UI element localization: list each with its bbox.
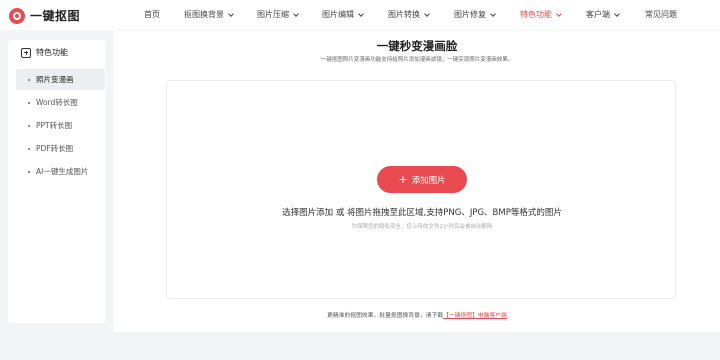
nav-label: 首页 — [144, 10, 160, 19]
logo-icon — [9, 7, 25, 24]
chevron-down-icon — [424, 10, 430, 17]
nav-item-client[interactable]: 客户端 — [586, 9, 620, 20]
top-navigation: 一键抠图 首页 抠图换背景 图片压缩 图片编辑 图片转换 图片修复 特色功能 客… — [0, 0, 720, 30]
nav-item-cutout-background[interactable]: 抠图换背景 — [184, 9, 234, 20]
nav-item-faq[interactable]: 常见问题 — [645, 9, 677, 20]
chevron-down-icon — [358, 10, 364, 17]
sidebar-item-label: Word转长图 — [36, 98, 78, 107]
nav-item-home[interactable]: 首页 — [144, 9, 160, 20]
plus-square-icon — [21, 47, 31, 58]
nav-label: 图片转换 — [388, 10, 420, 19]
dropzone-instructions: 选择图片添加 或 将图片拖拽至此区域,支持PNG、JPG、BMP等格式的图片 — [282, 208, 562, 218]
sidebar-item-pdf-to-long-image[interactable]: PDF转长图 — [16, 138, 105, 159]
sidebar-item-label: PPT转长图 — [36, 121, 73, 130]
chevron-down-icon — [228, 10, 234, 17]
nav-item-image-convert[interactable]: 图片转换 — [388, 9, 430, 20]
nav-label: 图片压缩 — [257, 10, 289, 19]
bullet-icon — [28, 147, 30, 150]
logo-text: 一键抠图 — [30, 9, 81, 23]
main-panel: 一键秒变漫画脸 一键抠图照片变漫画功能支持给照片添加漫画滤镜，一键实现照片变漫画… — [114, 31, 720, 332]
sidebar-item-word-to-long-image[interactable]: Word转长图 — [16, 92, 105, 113]
sidebar-item-ppt-to-long-image[interactable]: PPT转长图 — [16, 115, 105, 136]
sidebar: 特色功能 照片变漫画 Word转长图 PPT转长图 PDF转长图 AI一键生成图… — [8, 40, 106, 323]
desktop-client-link[interactable]: 【一键抠图】电脑客户端 — [443, 313, 507, 319]
sidebar-item-ai-generate-image[interactable]: AI一键生成图片 — [16, 161, 105, 182]
nav-label: 客户端 — [586, 10, 610, 19]
nav-label: 特色功能 — [520, 10, 552, 19]
logo[interactable]: 一键抠图 — [9, 7, 80, 24]
download-note: 更精准的抠图效果，批量抠图换背景，请下载【一键抠图】电脑客户端 — [114, 310, 720, 319]
download-note-text: 更精准的抠图效果，批量抠图换背景，请下载 — [327, 313, 444, 319]
privacy-note: 为保障您的隐私安全，您上传的文件1小时后会被自动删除 — [351, 224, 493, 230]
nav-item-featured[interactable]: 特色功能 — [520, 9, 562, 20]
sidebar-header: 特色功能 — [21, 47, 68, 58]
page-title: 一键秒变漫画脸 — [376, 39, 458, 53]
sidebar-item-label: 照片变漫画 — [36, 75, 74, 84]
bullet-icon — [28, 170, 30, 173]
sidebar-item-label: PDF转长图 — [36, 144, 74, 153]
sidebar-item-photo-to-cartoon[interactable]: 照片变漫画 — [16, 69, 105, 90]
bullet-icon — [28, 101, 30, 104]
add-image-button-label: 添加图片 — [411, 175, 446, 186]
nav-label: 常见问题 — [645, 10, 677, 19]
chevron-down-icon — [614, 10, 620, 17]
nav-label: 图片编辑 — [322, 10, 354, 19]
page-subtitle: 一键抠图照片变漫画功能支持给照片添加漫画滤镜，一键实现照片变漫画效果。 — [320, 57, 514, 63]
add-image-button[interactable]: + 添加图片 — [377, 166, 467, 193]
nav-item-image-repair[interactable]: 图片修复 — [454, 9, 496, 20]
sidebar-item-label: AI一键生成图片 — [36, 167, 89, 176]
upload-dropzone[interactable]: + 添加图片 选择图片添加 或 将图片拖拽至此区域,支持PNG、JPG、BMP等… — [166, 80, 676, 299]
chevron-down-icon — [293, 10, 299, 17]
bullet-icon — [28, 124, 30, 127]
nav-label: 抠图换背景 — [184, 10, 224, 19]
nav-label: 图片修复 — [454, 10, 486, 19]
plus-icon: + — [398, 173, 408, 186]
chevron-down-icon — [556, 10, 562, 17]
chevron-down-icon — [490, 10, 496, 17]
bullet-icon — [28, 78, 30, 81]
nav-item-image-edit[interactable]: 图片编辑 — [322, 9, 364, 20]
sidebar-title: 特色功能 — [36, 48, 68, 57]
nav-item-image-compress[interactable]: 图片压缩 — [257, 9, 299, 20]
